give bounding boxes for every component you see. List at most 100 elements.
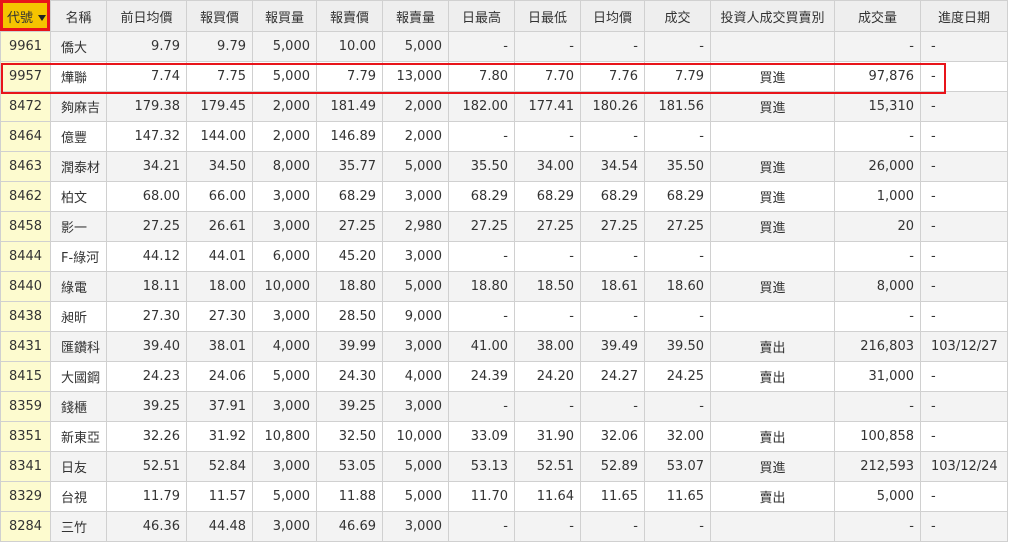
cell-prev-avg: 11.79 [106, 481, 187, 512]
cell-bid-volume: 3,000 [252, 181, 317, 212]
header-trade-side[interactable]: 投資人成交買賣別 [710, 0, 835, 32]
cell-day-avg: 11.65 [580, 481, 645, 512]
cell-bid-price: 24.06 [186, 361, 253, 392]
cell-prev-avg: 27.30 [106, 301, 187, 332]
cell-day-avg: 18.61 [580, 271, 645, 302]
cell-day-avg: 7.76 [580, 61, 645, 92]
cell-trade-side [710, 391, 835, 422]
header-day-low[interactable]: 日最低 [514, 0, 581, 32]
table-body: 9961 僑大 9.79 9.79 5,000 10.00 5,000- - - - - -9957 燁… [0, 31, 1008, 542]
cell-trade-volume: 1,000 [834, 181, 921, 212]
cell-ask-price: 11.88 [316, 481, 383, 512]
cell-last-trade: 53.07 [644, 451, 711, 482]
header-day-high[interactable]: 日最高 [448, 0, 515, 32]
table-row[interactable]: 8462 柏文 68.00 66.00 3,000 68.29 3,000 68.29 68.2… [0, 181, 1008, 212]
cell-code: 8472 [0, 91, 51, 122]
cell-bid-volume: 8,000 [252, 151, 317, 182]
cell-bid-price: 52.84 [186, 451, 253, 482]
header-code[interactable]: 代號 [0, 0, 51, 32]
cell-ask-volume: 5,000 [382, 151, 449, 182]
header-trade-volume[interactable]: 成交量 [834, 0, 921, 32]
header-prev-avg[interactable]: 前日均價 [106, 0, 187, 32]
table-row[interactable]: 8438 昶昕 27.30 27.30 3,000 28.50 9,000- - - - - - [0, 301, 1008, 332]
cell-trade-side [710, 301, 835, 332]
table-row[interactable]: 8341 日友 52.51 52.84 3,000 53.05 5,000 53.13 52.5… [0, 451, 1008, 482]
table-row[interactable]: 8359 錢櫃 39.25 37.91 3,000 39.25 3,000- - - - - - [0, 391, 1008, 422]
header-ask-volume[interactable]: 報賣量 [382, 0, 449, 32]
cell-code: 8444 [0, 241, 51, 272]
cell-bid-volume: 5,000 [252, 61, 317, 92]
table-row[interactable]: 8463 潤泰材 34.21 34.50 8,000 35.77 5,000 35.50 34.… [0, 151, 1008, 182]
table-row[interactable]: 8415 大國鋼 24.23 24.06 5,000 24.30 4,000 24.39 24.… [0, 361, 1008, 392]
cell-name: F-綠河 [50, 241, 107, 272]
table-row[interactable]: 8351 新東亞 32.26 31.92 10,800 32.50 10,000 33.09 3… [0, 421, 1008, 452]
cell-prev-avg: 52.51 [106, 451, 187, 482]
cell-trade-volume: 31,000 [834, 361, 921, 392]
cell-bid-volume: 3,000 [252, 511, 317, 542]
cell-trade-volume: 97,876 [834, 61, 921, 92]
cell-trade-side: 賣出 [710, 481, 835, 512]
cell-trade-side: 賣出 [710, 331, 835, 362]
cell-trade-volume: 26,000 [834, 151, 921, 182]
cell-trade-side: 賣出 [710, 421, 835, 452]
cell-trade-volume: 8,000 [834, 271, 921, 302]
cell-progress-date: - [920, 181, 1008, 212]
cell-ask-volume: 5,000 [382, 271, 449, 302]
cell-ask-price: 39.99 [316, 331, 383, 362]
table-row[interactable]: 8464 億豐 147.32 144.00 2,000 146.89 2,000- - - - - - [0, 121, 1008, 152]
table-row[interactable]: 9961 僑大 9.79 9.79 5,000 10.00 5,000- - - - - - [0, 31, 1008, 62]
cell-trade-volume: - [834, 31, 921, 62]
cell-progress-date: - [920, 511, 1008, 542]
header-progress-date[interactable]: 進度日期 [920, 0, 1008, 32]
cell-day-avg: 180.26 [580, 91, 645, 122]
cell-day-low: 177.41 [514, 91, 581, 122]
cell-prev-avg: 39.40 [106, 331, 187, 362]
cell-ask-price: 32.50 [316, 421, 383, 452]
cell-prev-avg: 9.79 [106, 31, 187, 62]
cell-ask-price: 35.77 [316, 151, 383, 182]
table-row[interactable]: 8431 匯鑽科 39.40 38.01 4,000 39.99 3,000 41.00 38.… [0, 331, 1008, 362]
cell-day-avg: - [580, 511, 645, 542]
table-row[interactable]: 8444 F-綠河 44.12 44.01 6,000 45.20 3,000- - - - - - [0, 241, 1008, 272]
cell-trade-side [710, 31, 835, 62]
cell-last-trade: 35.50 [644, 151, 711, 182]
cell-code: 8351 [0, 421, 51, 452]
cell-trade-side: 買進 [710, 151, 835, 182]
header-name[interactable]: 名稱 [50, 0, 107, 32]
table-row[interactable]: 8458 影一 27.25 26.61 3,000 27.25 2,980 27.25 27.2… [0, 211, 1008, 242]
cell-bid-volume: 10,000 [252, 271, 317, 302]
header-bid-volume[interactable]: 報買量 [252, 0, 317, 32]
header-bid-price[interactable]: 報買價 [186, 0, 253, 32]
table-row[interactable]: 9957 燁聯 7.74 7.75 5,000 7.79 13,000 7.80 7.70 7.7… [0, 61, 1008, 92]
header-day-avg[interactable]: 日均價 [580, 0, 645, 32]
cell-last-trade: 181.56 [644, 91, 711, 122]
cell-name: 億豐 [50, 121, 107, 152]
cell-name: 錢櫃 [50, 391, 107, 422]
cell-bid-price: 26.61 [186, 211, 253, 242]
cell-name: 大國鋼 [50, 361, 107, 392]
cell-trade-side: 買進 [710, 61, 835, 92]
table-row[interactable]: 8472 夠麻吉 179.38 179.45 2,000 181.49 2,000 182.0… [0, 91, 1008, 122]
cell-day-low: - [514, 391, 581, 422]
cell-day-high: 41.00 [448, 331, 515, 362]
cell-progress-date: - [920, 121, 1008, 152]
table-row[interactable]: 8440 綠電 18.11 18.00 10,000 18.80 5,000 18.80 18.… [0, 271, 1008, 302]
cell-bid-volume: 4,000 [252, 331, 317, 362]
table-row[interactable]: 8329 台視 11.79 11.57 5,000 11.88 5,000 11.70 11.6… [0, 481, 1008, 512]
header-ask-price[interactable]: 報賣價 [316, 0, 383, 32]
cell-bid-price: 11.57 [186, 481, 253, 512]
cell-bid-volume: 2,000 [252, 121, 317, 152]
cell-day-low: 68.29 [514, 181, 581, 212]
cell-day-high: - [448, 241, 515, 272]
cell-prev-avg: 27.25 [106, 211, 187, 242]
cell-ask-price: 181.49 [316, 91, 383, 122]
cell-trade-side: 賣出 [710, 361, 835, 392]
cell-day-high: - [448, 121, 515, 152]
cell-last-trade: - [644, 31, 711, 62]
header-last-trade[interactable]: 成交 [644, 0, 711, 32]
cell-ask-volume: 3,000 [382, 511, 449, 542]
cell-day-avg: - [580, 301, 645, 332]
cell-day-avg: 27.25 [580, 211, 645, 242]
cell-bid-price: 144.00 [186, 121, 253, 152]
table-row[interactable]: 8284 三竹 46.36 44.48 3,000 46.69 3,000- - - - - - [0, 511, 1008, 542]
